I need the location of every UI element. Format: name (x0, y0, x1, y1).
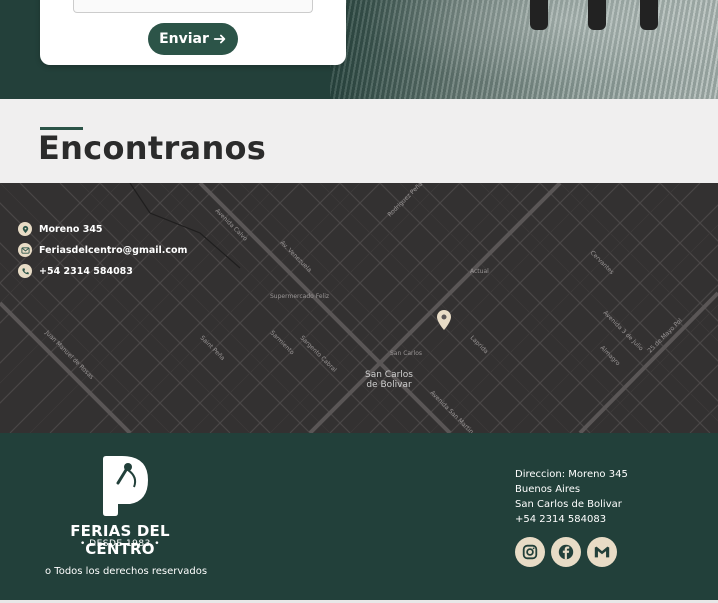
address-line: Buenos Aires (515, 484, 581, 495)
city-label: San Carlos de Bolivar (365, 370, 413, 390)
svg-text:Sarmiento: Sarmiento (269, 329, 296, 356)
facebook-icon (558, 544, 574, 560)
photo-figure (588, 0, 606, 30)
hero-photo (330, 0, 718, 99)
contact-email-text: Feriasdelcentro@gmail.com (39, 244, 188, 256)
contact-section: Enviar (0, 0, 718, 99)
instagram-link[interactable] (515, 537, 545, 567)
svg-text:Sargento Cabral: Sargento Cabral (299, 334, 339, 374)
svg-text:Actual: Actual (470, 268, 489, 275)
photo-figure (640, 0, 658, 30)
instagram-icon (522, 544, 538, 560)
svg-text:Laprida: Laprida (469, 334, 490, 355)
svg-text:San Carlos: San Carlos (390, 350, 422, 357)
logo-icon (103, 456, 148, 516)
footer: FERIAS DEL CENTRO • DESDE 1983 • o Todos… (0, 433, 718, 603)
address-line: Direccion: Moreno 345 (515, 469, 628, 480)
location-pin-icon (18, 222, 32, 236)
svg-text:Almagro: Almagro (599, 344, 622, 367)
copyright-text: o Todos los derechos reservados (45, 566, 208, 577)
svg-text:Supermercado Feliz: Supermercado Feliz (270, 293, 329, 300)
address-line: San Carlos de Bolivar (515, 499, 622, 510)
contact-address: Moreno 345 (18, 219, 187, 239)
map[interactable]: Avenida Calvo Av. Venezuela Rodriguez Pe… (0, 183, 718, 433)
send-button-label: Enviar (159, 31, 209, 47)
contact-email[interactable]: Feriasdelcentro@gmail.com (18, 240, 187, 260)
address-line: +54 2314 584083 (515, 514, 607, 525)
mail-icon (18, 243, 32, 257)
phone-icon (18, 264, 32, 278)
footer-address: Direccion: Moreno 345 Buenos Aires San C… (515, 467, 628, 527)
gmail-icon (594, 546, 610, 558)
city-label-line2: de Bolivar (366, 380, 412, 390)
photo-figure (530, 0, 548, 30)
contact-address-text: Moreno 345 (39, 223, 103, 235)
map-pin-icon[interactable] (435, 309, 453, 331)
contact-phone[interactable]: +54 2314 584083 (18, 261, 187, 281)
svg-text:Saint Peña: Saint Peña (199, 334, 227, 362)
find-us-section: Encontranos (0, 99, 718, 183)
arrow-right-icon (213, 34, 226, 44)
section-title: Encontranos (38, 129, 267, 167)
brand-since: • DESDE 1983 • (79, 539, 161, 549)
message-field[interactable] (73, 0, 313, 13)
contact-form: Enviar (40, 0, 346, 65)
facebook-link[interactable] (551, 537, 581, 567)
contact-list: Moreno 345 Feriasdelcentro@gmail.com +54… (18, 219, 187, 282)
gmail-link[interactable] (587, 537, 617, 567)
city-label-line1: San Carlos (365, 370, 413, 380)
social-links (515, 537, 617, 567)
contact-phone-text: +54 2314 584083 (39, 265, 133, 277)
send-button[interactable]: Enviar (148, 23, 238, 55)
